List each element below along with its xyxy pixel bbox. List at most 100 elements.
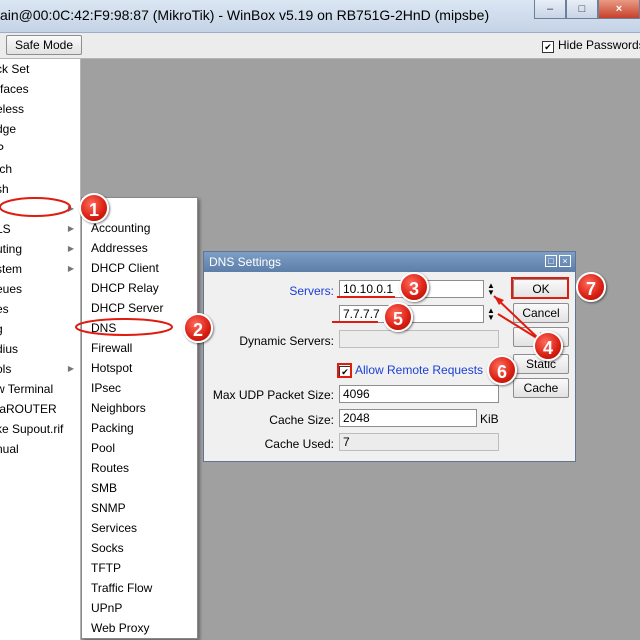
submenu-arrow-icon: ▶ xyxy=(67,224,74,233)
hide-passwords-checkbox[interactable]: ✔ Hide Passwords xyxy=(542,38,640,53)
sidebar-item-label: g xyxy=(0,322,3,336)
sidebar-item-label: rfaces xyxy=(0,82,29,96)
close-button[interactable]: × xyxy=(598,0,640,19)
submenu-item-upnp[interactable]: UPnP xyxy=(91,598,122,618)
reorder-arrows-icon[interactable]: ▲ ▼ xyxy=(486,282,496,297)
max-udp-packet-size-label: Max UDP Packet Size: xyxy=(212,388,334,402)
sidebar-item-ppp[interactable]: P xyxy=(0,139,80,159)
ok-button[interactable]: OK xyxy=(513,279,569,299)
sidebar-item-metarouter[interactable]: taROUTER xyxy=(0,399,80,419)
cache-button[interactable]: Cache xyxy=(513,378,569,398)
submenu-item-dhcp-server[interactable]: DHCP Server xyxy=(91,298,163,318)
sidebar-item-ip[interactable]: ▶ xyxy=(0,199,80,219)
cache-used-label: Cache Used: xyxy=(264,437,334,451)
submenu-item-firewall[interactable]: Firewall xyxy=(91,338,132,358)
dns-settings-dialog: DNS Settings □ × Servers: 10.10.0.1 ▲ ▼ 7… xyxy=(203,251,576,462)
sidebar-item-radius[interactable]: dius xyxy=(0,339,80,359)
submenu-item-web-proxy[interactable]: Web Proxy xyxy=(91,618,149,638)
dynamic-servers-label: Dynamic Servers: xyxy=(239,334,334,348)
submenu-item-services[interactable]: Services xyxy=(91,518,137,538)
checkmark-icon: ✔ xyxy=(542,41,554,53)
submenu-item-routes[interactable]: Routes xyxy=(91,458,129,478)
submenu-item-dns[interactable]: DNS xyxy=(91,318,116,338)
submenu-arrow-icon: ▶ xyxy=(67,204,74,213)
cache-size-unit: KiB xyxy=(480,412,499,426)
sidebar-item-system[interactable]: stem ▶ xyxy=(0,259,80,279)
sidebar-item-wireless[interactable]: eless xyxy=(0,99,80,119)
step-marker-6: 6 xyxy=(487,355,517,385)
hide-passwords-label: Hide Passwords xyxy=(558,38,640,52)
sidebar-item-label: es xyxy=(0,302,9,316)
sidebar-item-queues[interactable]: eues xyxy=(0,279,80,299)
sidebar-item-interfaces[interactable]: rfaces xyxy=(0,79,80,99)
submenu-item-ipsec[interactable]: IPsec xyxy=(91,378,121,398)
dialog-title: DNS Settings xyxy=(209,255,282,269)
cache-size-field[interactable]: 2048 xyxy=(339,409,477,427)
cancel-button[interactable]: Cancel xyxy=(513,303,569,323)
sidebar-item-make-supout[interactable]: ke Supout.rif xyxy=(0,419,80,439)
submenu-item-hotspot[interactable]: Hotspot xyxy=(91,358,132,378)
sidebar-item-tools[interactable]: ols ▶ xyxy=(0,359,80,379)
step-marker-4: 4 xyxy=(533,331,563,361)
step-marker-1: 1 xyxy=(79,193,109,223)
sidebar-item-manual[interactable]: nual xyxy=(0,439,80,459)
submenu-item-addresses[interactable]: Addresses xyxy=(91,238,148,258)
toolbar: Safe Mode ✔ Hide Passwords xyxy=(0,33,640,59)
step-marker-3: 3 xyxy=(399,272,429,302)
sidebar-item-label: LS xyxy=(0,222,11,236)
submenu-item-neighbors[interactable]: Neighbors xyxy=(91,398,146,418)
sidebar-item-label: taROUTER xyxy=(0,402,57,416)
sidebar-item-label: tch xyxy=(0,162,13,176)
sidebar-item-files[interactable]: es xyxy=(0,299,80,319)
window-title: ain@00:0C:42:F9:98:87 (MikroTik) - WinBo… xyxy=(0,7,490,23)
servers-label: Servers: xyxy=(289,284,334,298)
close-icon[interactable]: × xyxy=(559,255,571,267)
max-udp-packet-size-field[interactable]: 4096 xyxy=(339,385,499,403)
submenu-arrow-icon: ▶ xyxy=(67,364,74,373)
safe-mode-button[interactable]: Safe Mode xyxy=(6,35,82,55)
submenu-item-dhcp-relay[interactable]: DHCP Relay xyxy=(91,278,159,298)
sidebar-item-label: stem xyxy=(0,262,23,276)
submenu-item-snmp[interactable]: SNMP xyxy=(91,498,126,518)
cache-used-field: 7 xyxy=(339,433,499,451)
restore-icon[interactable]: □ xyxy=(545,255,557,267)
sidebar-item-new-terminal[interactable]: w Terminal xyxy=(0,379,80,399)
submenu-item-socks[interactable]: Socks xyxy=(91,538,124,558)
sidebar-item-label: ck Set xyxy=(0,62,30,76)
reorder-arrows-icon[interactable]: ▲ ▼ xyxy=(486,307,496,322)
sidebar-item-label: ols xyxy=(0,362,12,376)
sidebar-item-routing[interactable]: uting ▶ xyxy=(0,239,80,259)
submenu-item-pool[interactable]: Pool xyxy=(91,438,115,458)
window-controls: – □ × xyxy=(534,0,640,20)
sidebar-item-mpls[interactable]: LS ▶ xyxy=(0,219,80,239)
maximize-button[interactable]: □ xyxy=(566,0,598,19)
sidebar-item-switch[interactable]: tch xyxy=(0,159,80,179)
ip-submenu: P Accounting Addresses DHCP Client DHCP … xyxy=(81,197,198,639)
submenu-arrow-icon: ▶ xyxy=(67,264,74,273)
sidebar-item-quick-set[interactable]: ck Set xyxy=(0,59,80,79)
checkmark-icon: ✔ xyxy=(339,366,351,378)
dynamic-servers-field xyxy=(339,330,499,348)
step-marker-5: 5 xyxy=(383,302,413,332)
sidebar-item-log[interactable]: g xyxy=(0,319,80,339)
sidebar-item-mesh[interactable]: sh xyxy=(0,179,80,199)
sidebar-item-label: uting xyxy=(0,242,23,256)
sidebar-item-label: P xyxy=(0,142,5,156)
sidebar-menu: ck Set rfaces eless dge P tch sh ▶ LS ▶ u… xyxy=(0,59,81,640)
submenu-item-tftp[interactable]: TFTP xyxy=(91,558,121,578)
submenu-arrow-icon: ▶ xyxy=(67,244,74,253)
sidebar-item-bridge[interactable]: dge xyxy=(0,119,80,139)
allow-remote-requests-label: Allow Remote Requests xyxy=(355,363,484,377)
sidebar-item-label: eless xyxy=(0,102,25,116)
minimize-button[interactable]: – xyxy=(534,0,566,19)
submenu-item-packing[interactable]: Packing xyxy=(91,418,134,438)
submenu-item-traffic-flow[interactable]: Traffic Flow xyxy=(91,578,152,598)
submenu-item-smb[interactable]: SMB xyxy=(91,478,117,498)
sidebar-item-exit[interactable]: t xyxy=(0,459,80,479)
title-bar: ain@00:0C:42:F9:98:87 (MikroTik) - WinBo… xyxy=(0,0,640,33)
dialog-title-bar[interactable]: DNS Settings □ × xyxy=(204,252,575,272)
step-marker-2: 2 xyxy=(183,313,213,343)
allow-remote-requests-checkbox[interactable]: ✔ Allow Remote Requests xyxy=(339,363,483,378)
submenu-item-dhcp-client[interactable]: DHCP Client xyxy=(91,258,159,278)
sidebar-item-label: dius xyxy=(0,342,19,356)
